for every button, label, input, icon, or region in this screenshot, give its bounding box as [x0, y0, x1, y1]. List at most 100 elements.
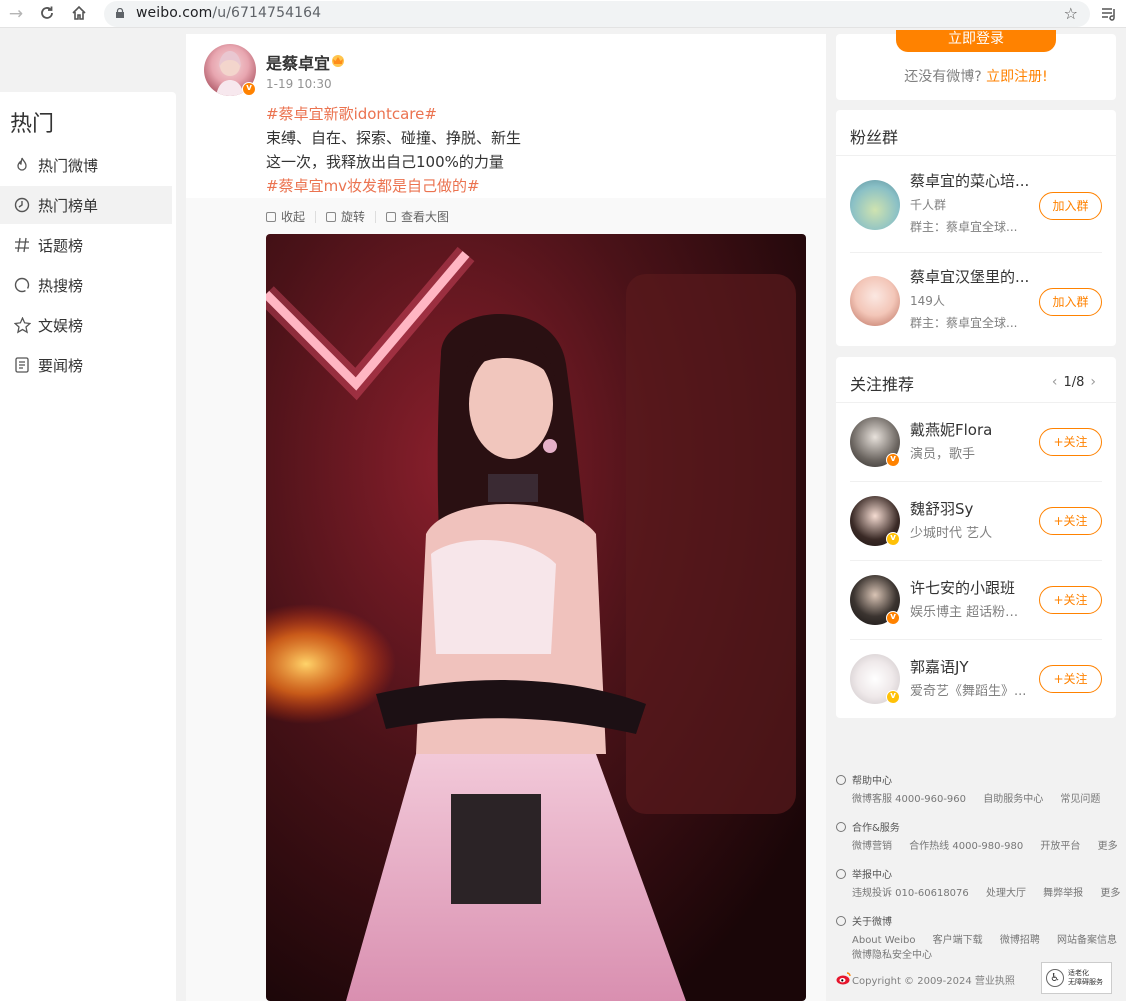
footer-link[interactable]: About Weibo [852, 935, 915, 946]
post-content: #蔡卓宜新歌idontcare# 束缚、自在、探索、碰撞、挣脱、新生 这一次，我… [266, 102, 521, 198]
fan-groups-title: 粉丝群 [850, 128, 899, 147]
footer-link[interactable]: 微博营销 [852, 841, 892, 852]
hashtag-link[interactable]: #蔡卓宜新歌idontcare# [266, 102, 521, 126]
join-group-button[interactable]: 加入群 [1039, 288, 1102, 316]
footer-link[interactable]: 处理大厅 [986, 888, 1026, 899]
bookmark-star-icon[interactable]: ☆ [1064, 4, 1078, 23]
verified-badge-icon: v [242, 82, 256, 96]
hashtag-link[interactable]: #蔡卓宜mv妆发都是自己做的# [266, 174, 521, 198]
footer-link[interactable]: 更多 [1100, 888, 1120, 899]
rotate-button[interactable]: 旋转 [326, 208, 365, 225]
footer-link[interactable]: 微博隐私安全中心 [852, 950, 932, 961]
register-link[interactable]: 立即注册! [986, 69, 1048, 85]
sidebar-item-hot-weibo[interactable]: 热门微博 [0, 146, 172, 184]
post-image[interactable] [266, 234, 806, 1001]
recommend-title: 关注推荐 [850, 375, 915, 394]
star-icon [12, 315, 32, 335]
group-avatar [850, 180, 900, 230]
post-text-line: 这一次，我释放出自己100%的力量 [266, 153, 504, 171]
footer-link[interactable]: 开放平台 [1040, 841, 1080, 852]
fan-group-item[interactable]: 蔡卓宜的菜心培... 千人群 群主：蔡卓宜全球... 加入群 [850, 168, 1102, 248]
weibo-logo-icon [836, 972, 851, 985]
post-author-name[interactable]: 是蔡卓宜 [266, 50, 330, 74]
verified-badge-icon: v [886, 453, 900, 467]
flame-icon [12, 155, 32, 175]
news-icon [12, 355, 32, 375]
search-trend-icon [12, 275, 32, 295]
footer-link[interactable]: 舞弊举报 [1043, 888, 1083, 899]
about-icon [836, 915, 846, 926]
accessibility-button[interactable]: ♿ 适老化 无障碍服务 [1041, 962, 1112, 994]
sidebar-item-label: 文娱榜 [38, 316, 84, 335]
sidebar-item-news[interactable]: 要闻榜 [0, 346, 172, 384]
sidebar-item-topics[interactable]: 话题榜 [0, 226, 172, 264]
verified-badge-icon: v [886, 611, 900, 625]
recommend-item[interactable]: v 郭嘉语JY 爱奇艺《舞蹈生》... +关注 [850, 640, 1102, 719]
sidebar-item-hot-search[interactable]: 热搜榜 [0, 266, 172, 304]
follow-button[interactable]: +关注 [1039, 428, 1102, 456]
sidebar-item-label: 热门微博 [38, 156, 99, 175]
follow-button[interactable]: +关注 [1039, 665, 1102, 693]
collapse-icon [266, 211, 276, 222]
view-large-icon [386, 211, 397, 222]
reading-list-icon[interactable] [1100, 5, 1118, 23]
chevron-right-icon[interactable]: › [1090, 374, 1096, 390]
recommend-pager: ‹ 1/8 › [1051, 374, 1096, 390]
follow-button[interactable]: +关注 [1039, 586, 1102, 614]
login-button[interactable]: 立即登录 [896, 30, 1056, 52]
recommend-item[interactable]: v 许七安的小跟班 娱乐博主 超话粉丝... +关注 [850, 561, 1102, 640]
sidebar-item-hot-lists[interactable]: 热门榜单 [0, 186, 172, 224]
sidebar-item-label: 热门榜单 [38, 196, 99, 215]
hashtag-icon [12, 235, 32, 255]
footer-link[interactable]: 微博客服 4000-960-960 [852, 794, 966, 805]
info-icon [836, 868, 846, 879]
left-sidebar: 热门 热门微博 热门榜单 话题榜 热搜榜 文娱榜 要闻榜 [0, 92, 176, 1001]
wheelchair-icon: ♿ [1046, 969, 1064, 987]
group-avatar [850, 276, 900, 326]
crown-icon [332, 55, 344, 67]
copyright-text: Copyright © 2009-2024 营业执照 [852, 976, 1015, 987]
footer-link[interactable]: 更多 [1098, 841, 1118, 852]
clock-icon [12, 195, 32, 215]
media-container: 收起 旋转 查看大图 [186, 198, 826, 1001]
footer-link[interactable]: 自助服务中心 [983, 794, 1043, 805]
follow-button[interactable]: +关注 [1039, 507, 1102, 535]
verified-badge-icon: v [886, 532, 900, 546]
post-time[interactable]: 1-19 10:30 [266, 77, 332, 91]
sidebar-title: 热门 [10, 112, 55, 137]
help-icon [836, 774, 846, 785]
back-arrow-icon[interactable]: → [6, 4, 26, 24]
lock-icon [116, 8, 124, 18]
footer-link[interactable]: 客户端下载 [933, 935, 983, 946]
view-large-button[interactable]: 查看大图 [386, 208, 449, 225]
sidebar-item-label: 话题榜 [38, 236, 84, 255]
post-card: v 是蔡卓宜 1-19 10:30 #蔡卓宜新歌idontcare# 束缚、自在… [186, 34, 826, 1001]
browser-toolbar: → weibo.com/u/6714754164 ☆ [0, 0, 1126, 28]
footer-link[interactable]: 网站备案信息 [1057, 935, 1117, 946]
join-group-button[interactable]: 加入群 [1039, 192, 1102, 220]
collapse-button[interactable]: 收起 [266, 208, 305, 225]
recommend-item[interactable]: v 魏舒羽Sy 少城时代 艺人 +关注 [850, 482, 1102, 561]
sidebar-item-entertainment[interactable]: 文娱榜 [0, 306, 172, 344]
address-bar[interactable]: weibo.com/u/6714754164 ☆ [104, 1, 1090, 27]
login-card: 立即登录 还没有微博? 立即注册! [836, 30, 1116, 100]
footer-link[interactable]: 微博招聘 [1000, 935, 1040, 946]
reload-icon[interactable] [37, 4, 57, 24]
footer-link[interactable]: 常见问题 [1060, 794, 1100, 805]
rotate-icon [326, 211, 337, 222]
post-text-line: 束缚、自在、探索、碰撞、挣脱、新生 [266, 129, 522, 147]
register-prompt: 还没有微博? 立即注册! [904, 69, 1048, 85]
sidebar-item-label: 要闻榜 [38, 356, 84, 375]
heart-icon [836, 821, 846, 832]
verified-badge-icon: v [886, 690, 900, 704]
chevron-left-icon[interactable]: ‹ [1052, 374, 1058, 390]
recommend-item[interactable]: v 戴燕妮Flora 演员，歌手 +关注 [850, 403, 1102, 482]
follow-recommend-card: 关注推荐 ‹ 1/8 › v 戴燕妮Flora 演员，歌手 +关注 v 魏舒羽S… [836, 357, 1116, 718]
media-toolbar: 收起 旋转 查看大图 [266, 208, 449, 225]
footer-link[interactable]: 合作热线 4000-980-980 [909, 841, 1023, 852]
home-icon[interactable] [69, 4, 89, 24]
fan-group-item[interactable]: 蔡卓宜汉堡里的... 149人 群主：蔡卓宜全球... 加入群 [850, 264, 1102, 344]
url-text: weibo.com/u/6714754164 [136, 5, 322, 21]
footer-link[interactable]: 违规投诉 010-60618076 [852, 888, 969, 899]
sidebar-item-label: 热搜榜 [38, 276, 84, 295]
